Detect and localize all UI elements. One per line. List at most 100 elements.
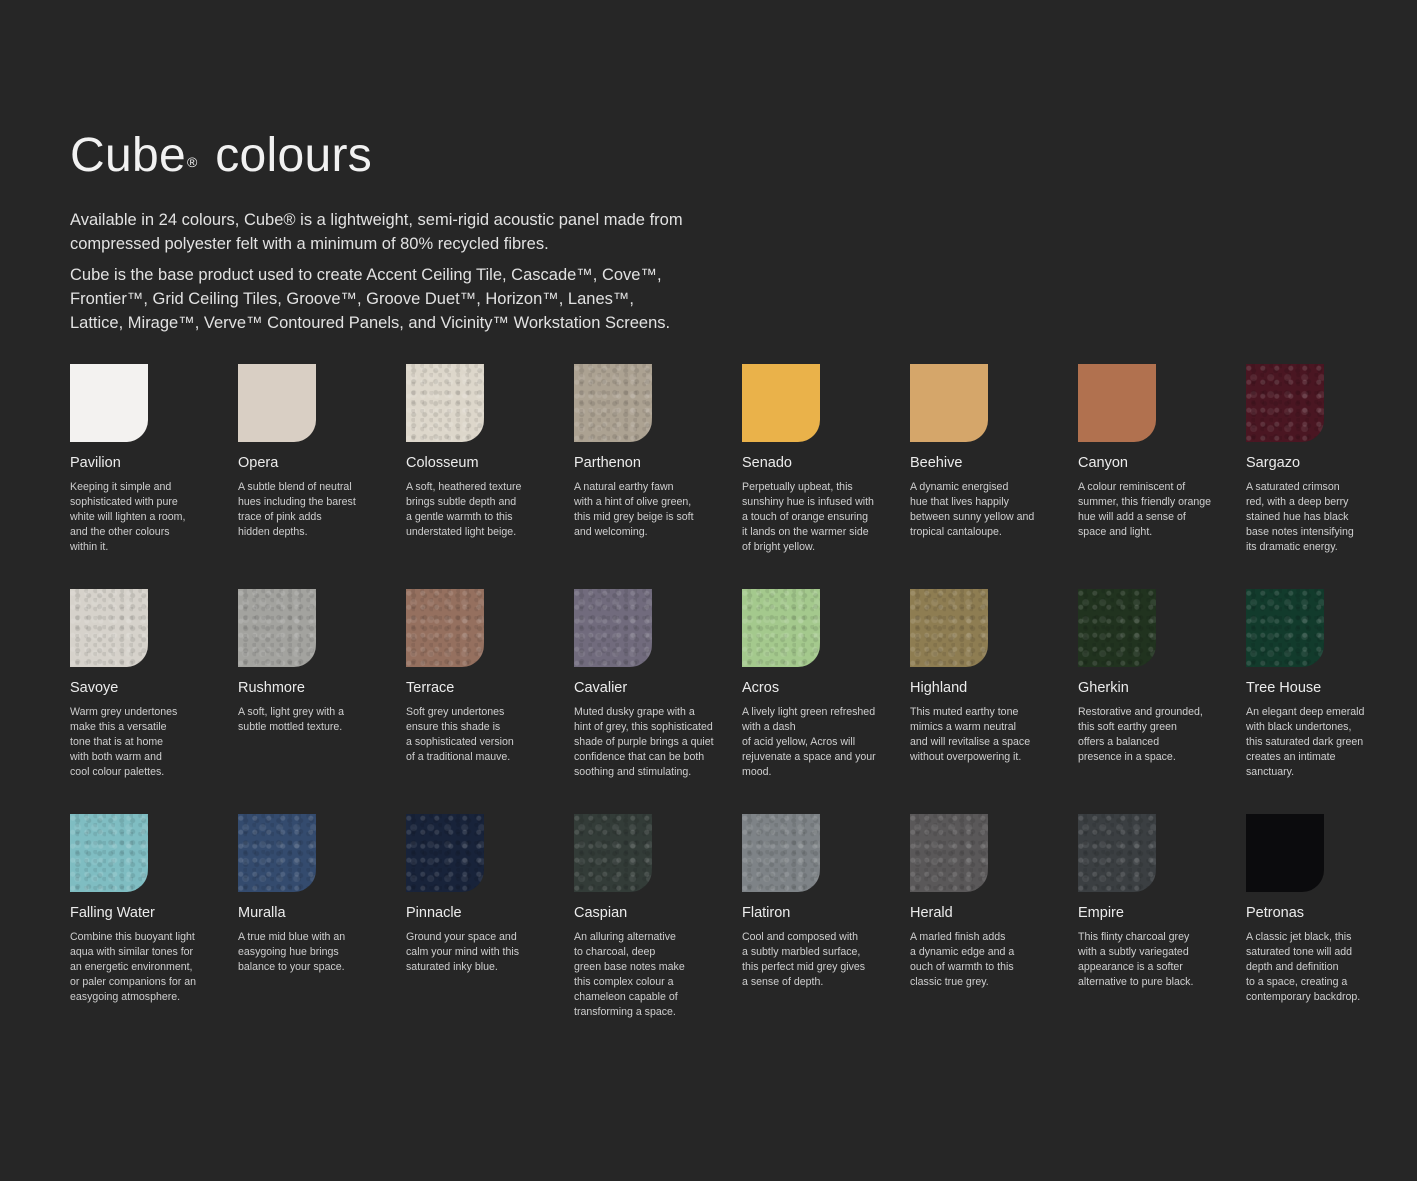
registered-mark: ® [186, 154, 198, 170]
colour-name: Parthenon [574, 455, 641, 471]
intro-paragraph-1: Available in 24 colours, Cube® is a ligh… [70, 211, 683, 253]
colour-card: Cavalier Muted dusky grape with a hint of… [574, 589, 742, 814]
colour-card: Canyon A colour reminiscent of summer, th… [1078, 364, 1246, 589]
colour-swatch [1078, 589, 1156, 667]
colour-card: Petronas A classic jet black, this satura… [1246, 814, 1414, 1039]
title-rest: colours [201, 129, 373, 182]
colour-swatch [742, 589, 820, 667]
colour-swatch [910, 364, 988, 442]
colour-description: A marled finish adds a dynamic edge and … [910, 931, 1015, 988]
colour-name: Highland [910, 680, 968, 696]
colour-card: Savoye Warm grey undertones make this a v… [70, 589, 238, 814]
colour-swatch [1078, 814, 1156, 892]
colour-card: Opera A subtle blend of neutral hues incl… [238, 364, 406, 589]
colour-card: Gherkin Restorative and grounded, this so… [1078, 589, 1246, 814]
colour-name: Muralla [238, 905, 286, 921]
colour-card: Tree House An elegant deep emerald with b… [1246, 589, 1414, 814]
colour-swatch [1246, 814, 1324, 892]
colour-name: Herald [910, 905, 953, 921]
colour-swatch [238, 814, 316, 892]
colour-name: Tree House [1246, 680, 1322, 696]
colour-name: Rushmore [238, 680, 305, 696]
colour-name: Falling Water [70, 905, 155, 921]
colour-name: Beehive [910, 455, 963, 471]
colour-card: Muralla A true mid blue with an easygoing… [238, 814, 406, 1039]
colour-swatch [574, 814, 652, 892]
colour-swatch [574, 589, 652, 667]
colour-card: Parthenon A natural earthy fawn with a hi… [574, 364, 742, 589]
colour-card: Caspian An alluring alternative to charco… [574, 814, 742, 1039]
colour-name: Flatiron [742, 905, 791, 921]
colour-card: Terrace Soft grey undertones ensure this … [406, 589, 574, 814]
colour-card: Colosseum A soft, heathered texture bring… [406, 364, 574, 589]
colour-name: Sargazo [1246, 455, 1301, 471]
colour-name: Pinnacle [406, 905, 462, 921]
colour-name: Cavalier [574, 680, 628, 696]
colour-description: A soft, light grey with a subtle mottled… [238, 706, 344, 733]
colour-description: A dynamic energised hue that lives happi… [910, 481, 1035, 538]
colour-name: Canyon [1078, 455, 1128, 471]
colour-swatch-grid: Pavilion Keeping it simple and sophistica… [70, 364, 1414, 1039]
colour-card: Falling Water Combine this buoyant light … [70, 814, 238, 1039]
colour-card: Empire This flinty charcoal grey with a s… [1078, 814, 1246, 1039]
colour-swatch [70, 814, 148, 892]
colour-name: Colosseum [406, 455, 479, 471]
colour-name: Savoye [70, 680, 119, 696]
colour-name: Empire [1078, 905, 1124, 921]
colour-card: Sargazo A saturated crimson red, with a d… [1246, 364, 1414, 589]
colour-card: Acros A lively light green refreshed with… [742, 589, 910, 814]
colour-description: Warm grey undertones make this a versati… [70, 706, 178, 778]
colour-card: Pavilion Keeping it simple and sophistica… [70, 364, 238, 589]
colour-name: Opera [238, 455, 279, 471]
colour-description: Muted dusky grape with a hint of grey, t… [574, 706, 714, 778]
cube-colours-page: Cube® colours Available in 24 colours, C… [70, 126, 1390, 1018]
colour-swatch [1246, 589, 1324, 667]
colour-swatch [1078, 364, 1156, 442]
colour-swatch [910, 814, 988, 892]
colour-swatch [70, 364, 148, 442]
colour-name: Terrace [406, 680, 455, 696]
colour-card: Pinnacle Ground your space and calm your … [406, 814, 574, 1039]
colour-name: Petronas [1246, 905, 1305, 921]
colour-description: Perpetually upbeat, this sunshiny hue is… [742, 481, 874, 553]
colour-name: Caspian [574, 905, 628, 921]
colour-description: A classic jet black, this saturated tone… [1246, 931, 1361, 1003]
colour-card: Herald A marled finish adds a dynamic edg… [910, 814, 1078, 1039]
colour-card: Beehive A dynamic energised hue that live… [910, 364, 1078, 589]
colour-card: Highland This muted earthy tone mimics a … [910, 589, 1078, 814]
colour-swatch [70, 589, 148, 667]
colour-swatch [910, 589, 988, 667]
colour-description: A colour reminiscent of summer, this fri… [1078, 481, 1212, 538]
colour-description: Restorative and grounded, this soft eart… [1078, 706, 1203, 763]
colour-description: This muted earthy tone mimics a warm neu… [910, 706, 1031, 763]
colour-description: A natural earthy fawn with a hint of oli… [574, 481, 694, 538]
colour-description: This flinty charcoal grey with a subtly … [1078, 931, 1194, 988]
colour-swatch [406, 814, 484, 892]
colour-swatch [238, 589, 316, 667]
colour-card: Flatiron Cool and composed with a subtly … [742, 814, 910, 1039]
colour-description: A saturated crimson red, with a deep ber… [1246, 481, 1354, 553]
colour-description: An alluring alternative to charcoal, dee… [574, 931, 685, 1018]
intro-text: Available in 24 colours, Cube® is a ligh… [70, 208, 690, 335]
colour-card: Rushmore A soft, light grey with a subtle… [238, 589, 406, 814]
colour-description: Keeping it simple and sophisticated with… [70, 481, 186, 553]
colour-name: Pavilion [70, 455, 121, 471]
colour-name: Senado [742, 455, 792, 471]
colour-description: Soft grey undertones ensure this shade i… [406, 706, 514, 763]
colour-description: Cool and composed with a subtly marbled … [742, 931, 866, 988]
colour-swatch [742, 364, 820, 442]
colour-description: An elegant deep emerald with black under… [1246, 706, 1365, 778]
intro-paragraph-2: Cube is the base product used to create … [70, 266, 671, 332]
colour-card: Senado Perpetually upbeat, this sunshiny … [742, 364, 910, 589]
colour-swatch [238, 364, 316, 442]
colour-description: A true mid blue with an easygoing hue br… [238, 931, 346, 973]
colour-swatch [1246, 364, 1324, 442]
colour-description: Combine this buoyant light aqua with sim… [70, 931, 197, 1003]
colour-description: A subtle blend of neutral hues including… [238, 481, 356, 538]
colour-description: Ground your space and calm your mind wit… [406, 931, 520, 973]
colour-description: A lively light green refreshed with a da… [742, 706, 876, 778]
colour-name: Acros [742, 680, 780, 696]
page-title: Cube® colours [70, 126, 1390, 186]
colour-swatch [406, 364, 484, 442]
colour-name: Gherkin [1078, 680, 1129, 696]
